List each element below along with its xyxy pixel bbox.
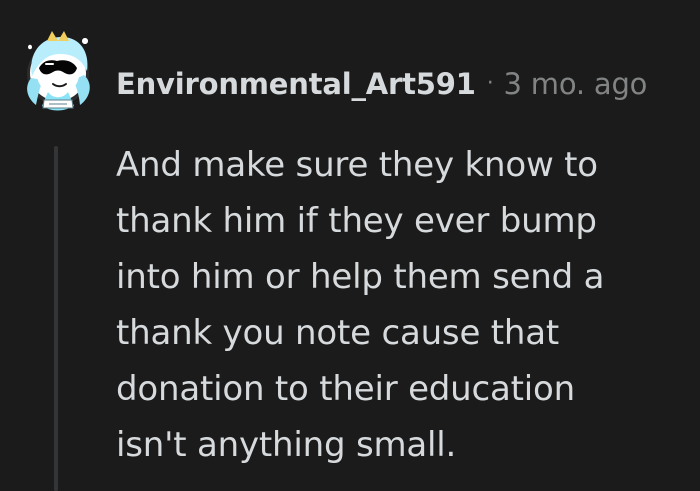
comment-line: thank you note cause that <box>116 313 560 353</box>
thread-line[interactable] <box>54 146 58 491</box>
meta-separator: · <box>486 71 494 96</box>
avatar-icon[interactable] <box>18 26 98 116</box>
comment-line: And make sure they know to <box>116 145 598 185</box>
comment-line: into him or help them send a <box>116 257 605 297</box>
comment-body: And make sure they know to thank him if … <box>116 137 676 473</box>
comment-line: isn't anything small. <box>116 425 457 465</box>
comment: Environmental_Art591 · 3 mo. ago And mak… <box>0 0 700 491</box>
comment-line: donation to their education <box>116 369 575 409</box>
comment-meta: Environmental_Art591 · 3 mo. ago <box>116 64 647 104</box>
username[interactable]: Environmental_Art591 <box>116 64 476 104</box>
timestamp[interactable]: 3 mo. ago <box>504 64 648 104</box>
comment-line: thank him if they ever bump <box>116 201 597 241</box>
